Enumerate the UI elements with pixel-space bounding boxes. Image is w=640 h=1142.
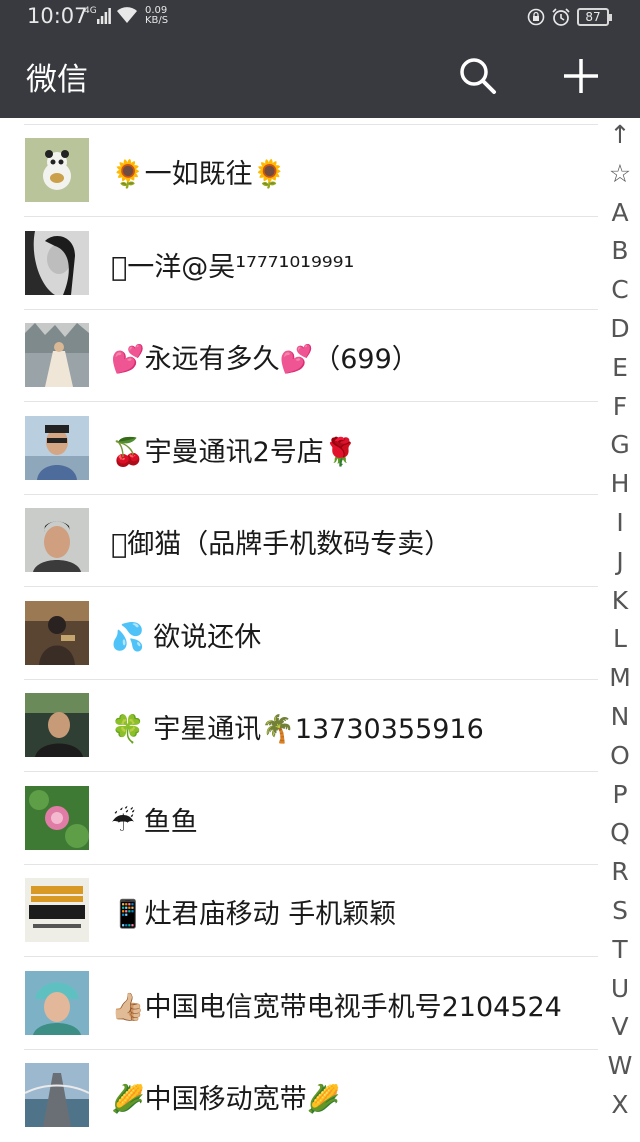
index-letter[interactable]: G <box>600 430 640 460</box>
avatar <box>25 508 89 572</box>
index-letter[interactable]: L <box>600 624 640 654</box>
signal-icon <box>97 8 111 24</box>
alarm-icon <box>552 8 570 26</box>
search-icon[interactable] <box>458 56 498 96</box>
index-letter[interactable]: T <box>600 935 640 965</box>
contact-name: 🍒宇曼通讯2号店🌹 <box>111 437 358 468</box>
avatar <box>25 416 89 480</box>
index-letter[interactable]: Q <box>600 818 640 848</box>
contact-name: 💦 欲说还休 <box>111 622 262 653</box>
avatar <box>25 231 89 295</box>
index-letter[interactable]: M <box>600 663 640 693</box>
index-letter[interactable]: B <box>600 236 640 266</box>
index-letter[interactable]: ☆ <box>600 159 640 189</box>
list-divider <box>24 771 598 772</box>
app-header: 微信 <box>0 34 640 118</box>
network-type: 4G <box>84 6 97 16</box>
status-time: 10:07 <box>27 4 88 28</box>
battery-indicator: 87 <box>577 8 612 26</box>
list-divider <box>24 956 598 957</box>
index-letter[interactable]: X <box>600 1090 640 1120</box>
contact-name: 🌽中国移动宽带🌽 <box>111 1084 341 1115</box>
contact-name: 💕永远有多久💕（699） <box>111 344 419 375</box>
avatar <box>25 786 89 850</box>
avatar <box>25 878 89 942</box>
index-letter[interactable]: R <box>600 857 640 887</box>
index-letter[interactable]: J <box>600 547 640 577</box>
list-item[interactable]: 📱灶君庙移动 手机颖颖 <box>0 865 600 957</box>
wifi-icon <box>117 7 137 23</box>
index-letter[interactable]: A <box>600 198 640 228</box>
index-letter[interactable]: H <box>600 469 640 499</box>
index-letter[interactable]: P <box>600 780 640 810</box>
contact-name: 􀀀一洋@吴¹⁷⁷⁷¹⁰¹⁹⁹⁹¹ <box>111 252 355 283</box>
avatar <box>25 693 89 757</box>
index-letter[interactable]: E <box>600 353 640 383</box>
index-letter[interactable]: N <box>600 702 640 732</box>
contact-name: 🌻一如既往🌻 <box>111 159 287 190</box>
avatar <box>25 601 89 665</box>
list-divider <box>24 216 598 217</box>
list-item[interactable]: 🌻一如既往🌻 <box>0 125 600 217</box>
list-item[interactable]: 􀀀一洋@吴¹⁷⁷⁷¹⁰¹⁹⁹⁹¹ <box>0 218 600 310</box>
list-divider <box>24 401 598 402</box>
avatar <box>25 971 89 1035</box>
list-item[interactable]: ☔ 鱼鱼 <box>0 773 600 865</box>
index-letter[interactable]: F <box>600 392 640 422</box>
list-divider <box>24 586 598 587</box>
index-letter[interactable]: W <box>600 1051 640 1081</box>
index-letter[interactable]: U <box>600 974 640 1004</box>
index-letter[interactable]: S <box>600 896 640 926</box>
contact-name: ☔ 鱼鱼 <box>111 807 198 838</box>
rotation-lock-icon <box>527 8 545 26</box>
list-item[interactable]: 􀀀御猫（品牌手机数码专卖） <box>0 495 600 587</box>
list-item[interactable]: 🍀 宇星通讯🌴13730355916 <box>0 680 600 772</box>
contact-name: 🍀 宇星通讯🌴13730355916 <box>111 714 484 745</box>
avatar <box>25 138 89 202</box>
contact-name: 👍🏼中国电信宽带电视手机号2104524 <box>111 992 562 1023</box>
index-letter[interactable]: D <box>600 314 640 344</box>
list-item[interactable]: 🍒宇曼通讯2号店🌹 <box>0 403 600 495</box>
avatar <box>25 1063 89 1127</box>
index-letter[interactable]: O <box>600 741 640 771</box>
avatar <box>25 323 89 387</box>
index-letter[interactable]: I <box>600 508 640 538</box>
status-bar: 10:07 4G 0.09 KB/S 87 <box>0 0 640 34</box>
contact-name: 📱灶君庙移动 手机颖颖 <box>111 899 397 930</box>
page-title: 微信 <box>26 62 88 98</box>
index-letter[interactable]: K <box>600 586 640 616</box>
index-letter[interactable]: ↑ <box>600 120 640 150</box>
index-letter[interactable]: V <box>600 1012 640 1042</box>
list-item[interactable]: 💕永远有多久💕（699） <box>0 310 600 402</box>
list-item[interactable]: 💦 欲说还休 <box>0 588 600 680</box>
network-speed: 0.09 KB/S <box>145 5 169 26</box>
contact-name: 􀀀御猫（品牌手机数码专卖） <box>111 529 452 560</box>
list-item[interactable]: 👍🏼中国电信宽带电视手机号2104524 <box>0 958 600 1050</box>
list-item[interactable]: 🌽中国移动宽带🌽 <box>0 1050 600 1142</box>
index-letter[interactable]: C <box>600 275 640 305</box>
alphabet-index[interactable]: ↑ ☆ A B C D E F G H I J K L M N O P Q R S T U V W X <box>600 118 640 1139</box>
add-icon[interactable] <box>561 56 601 96</box>
